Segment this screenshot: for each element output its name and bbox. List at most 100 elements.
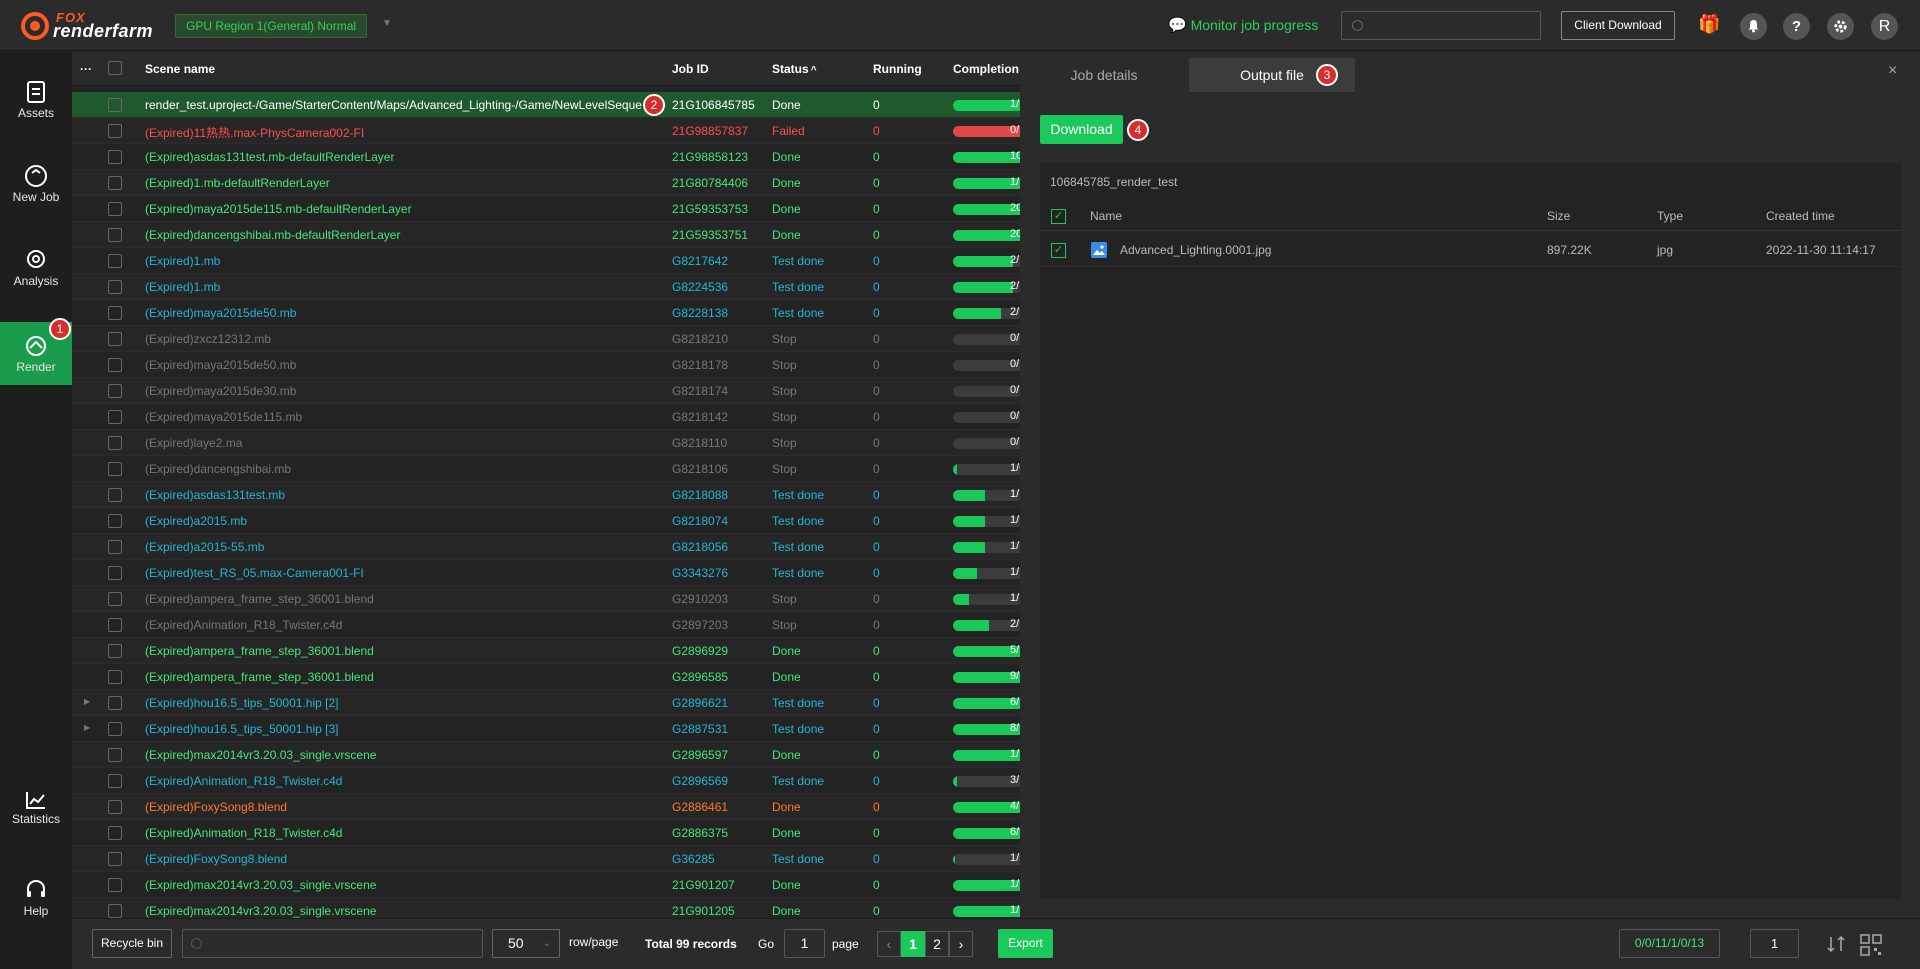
qr-code-icon[interactable] [1860, 934, 1882, 959]
table-row[interactable]: (Expired)FoxySong8.blend G36285 Test done 0… [72, 846, 1020, 872]
table-row[interactable]: (Expired)max2014vr3.20.03_single.vrscene… [72, 898, 1020, 918]
row-checkbox[interactable] [108, 878, 122, 892]
avatar[interactable]: R [1871, 13, 1898, 40]
row-checkbox[interactable] [108, 566, 122, 580]
expand-row-icon[interactable]: ▶ [84, 723, 90, 732]
row-checkbox[interactable] [108, 540, 122, 554]
row-checkbox[interactable] [108, 436, 122, 450]
table-row[interactable]: (Expired)dancengshibai.mb G8218106 Stop 0 1/… [72, 456, 1020, 482]
table-row[interactable]: (Expired)1.mb G8217642 Test done 0 2/ [72, 248, 1020, 274]
expand-row-icon[interactable]: ▶ [84, 697, 90, 706]
row-checkbox[interactable] [108, 358, 122, 372]
go-page-input[interactable]: 1 [784, 929, 825, 958]
sidebar-item-help[interactable]: Help [0, 866, 72, 932]
column-settings-icon[interactable]: ··· [80, 62, 92, 76]
table-row[interactable]: (Expired)Animation_R18_Twister.c4d G28972… [72, 612, 1020, 638]
date-range-input[interactable] [182, 929, 483, 958]
gift-icon[interactable]: 🎁 [1698, 14, 1720, 35]
table-row[interactable]: (Expired)max2014vr3.20.03_single.vrscene… [72, 872, 1020, 898]
row-checkbox[interactable] [108, 514, 122, 528]
table-row[interactable]: render_test.uproject-/Game/StarterConten… [72, 92, 1020, 118]
refresh-interval-input[interactable]: 1 [1750, 929, 1799, 958]
foxrenderfarm-logo[interactable]: FOX renderfarm [20, 9, 154, 43]
row-checkbox[interactable] [108, 696, 122, 710]
region-selector[interactable]: GPU Region 1(General) Normal [175, 14, 368, 38]
column-header-jobid[interactable]: Job ID [672, 62, 709, 76]
help-icon[interactable]: ? [1783, 13, 1810, 40]
table-row[interactable]: (Expired)11热热.max-PhysCamera002-FI 21G988… [72, 118, 1020, 144]
row-checkbox[interactable] [108, 228, 122, 242]
row-checkbox[interactable] [108, 722, 122, 736]
row-checkbox[interactable] [108, 462, 122, 476]
row-checkbox[interactable] [108, 98, 122, 112]
table-row[interactable]: (Expired)maya2015de115.mb G8218142 Stop 0 0/ [72, 404, 1020, 430]
prev-page-button[interactable]: ‹ [877, 931, 901, 957]
row-checkbox[interactable] [108, 852, 122, 866]
column-header-completion[interactable]: Completion [953, 62, 1019, 76]
table-row[interactable]: (Expired)max2014vr3.20.03_single.vrscene… [72, 742, 1020, 768]
row-checkbox[interactable] [108, 124, 122, 138]
client-download-button[interactable]: Client Download [1561, 11, 1675, 40]
row-checkbox[interactable] [108, 254, 122, 268]
row-checkbox[interactable] [108, 150, 122, 164]
table-row[interactable]: (Expired)asdas131test.mb-defaultRenderLa… [72, 144, 1020, 170]
search-input[interactable] [1341, 11, 1541, 40]
tab-job-details[interactable]: Job details [1020, 58, 1188, 92]
sidebar-item-analysis[interactable]: Analysis [0, 236, 72, 302]
row-checkbox[interactable] [108, 176, 122, 190]
row-checkbox[interactable] [108, 410, 122, 424]
table-row[interactable]: (Expired)a2015.mb G8218074 Test done 0 1/ [72, 508, 1020, 534]
download-button[interactable]: Download [1040, 115, 1123, 144]
table-row[interactable]: (Expired)dancengshibai.mb-defaultRenderL… [72, 222, 1020, 248]
page-2-button[interactable]: 2 [925, 931, 949, 957]
row-checkbox[interactable] [108, 202, 122, 216]
sidebar-item-assets[interactable]: Assets [0, 68, 72, 134]
recycle-bin-button[interactable]: Recycle bin [92, 929, 172, 958]
table-row[interactable]: (Expired)ampera_frame_step_36001.blend G2… [72, 638, 1020, 664]
column-header-scene[interactable]: Scene name [145, 62, 215, 76]
row-checkbox[interactable] [108, 618, 122, 632]
row-checkbox[interactable] [108, 332, 122, 346]
row-checkbox[interactable] [108, 488, 122, 502]
table-row[interactable]: ▶ (Expired)hou16.5_tips_50001.hip [2] G289… [72, 690, 1020, 716]
chevron-down-icon[interactable]: ▼ [382, 18, 392, 29]
table-row[interactable]: (Expired)test_RS_05.max-Camera001-FI G334… [72, 560, 1020, 586]
column-header-running[interactable]: Running [873, 62, 922, 76]
table-row[interactable]: (Expired)asdas131test.mb G8218088 Test don… [72, 482, 1020, 508]
gear-icon[interactable] [1827, 13, 1854, 40]
row-checkbox[interactable] [108, 280, 122, 294]
row-checkbox[interactable] [108, 306, 122, 320]
row-checkbox[interactable] [108, 800, 122, 814]
sort-icon[interactable] [1826, 934, 1846, 957]
close-icon[interactable]: × [1888, 62, 1897, 80]
table-row[interactable]: (Expired)maya2015de115.mb-defaultRenderL… [72, 196, 1020, 222]
row-checkbox[interactable] [108, 670, 122, 684]
sidebar-item-new-job[interactable]: New Job [0, 152, 72, 218]
table-row[interactable]: (Expired)1.mb G8224536 Test done 0 2/ [72, 274, 1020, 300]
row-checkbox[interactable] [108, 384, 122, 398]
next-page-button[interactable]: › [949, 931, 973, 957]
file-row[interactable]: ✓ Advanced_Lighting.0001.jpg 897.22K jpg… [1040, 233, 1901, 267]
select-all-checkbox[interactable] [108, 61, 122, 75]
row-checkbox[interactable] [108, 826, 122, 840]
row-checkbox[interactable] [108, 748, 122, 762]
table-row[interactable]: (Expired)ampera_frame_step_36001.blend G2… [72, 664, 1020, 690]
table-row[interactable]: (Expired)1.mb-defaultRenderLayer 21G80784… [72, 170, 1020, 196]
table-row[interactable]: (Expired)maya2015de50.mb G8228138 Test don… [72, 300, 1020, 326]
row-checkbox[interactable] [108, 904, 122, 918]
page-size-select[interactable]: 50 ⌄ [492, 929, 560, 958]
bell-icon[interactable] [1740, 13, 1767, 40]
column-header-status[interactable]: Status ^ [772, 62, 817, 76]
table-row[interactable]: (Expired)zxcz12312.mb G8218210 Stop 0 0/ [72, 326, 1020, 352]
row-checkbox[interactable] [108, 774, 122, 788]
table-row[interactable]: ▶ (Expired)hou16.5_tips_50001.hip [3] G288… [72, 716, 1020, 742]
table-row[interactable]: (Expired)a2015-55.mb G8218056 Test done 0 1/ [72, 534, 1020, 560]
file-checkbox[interactable]: ✓ [1051, 243, 1066, 258]
table-row[interactable]: (Expired)maya2015de50.mb G8218178 Stop 0 0/ [72, 352, 1020, 378]
page-1-button[interactable]: 1 [901, 931, 925, 957]
sidebar-item-statistics[interactable]: Statistics [0, 778, 72, 844]
table-row[interactable]: (Expired)Animation_R18_Twister.c4d G28863… [72, 820, 1020, 846]
table-row[interactable]: (Expired)laye2.ma G8218110 Stop 0 0/1 [72, 430, 1020, 456]
table-row[interactable]: (Expired)FoxySong8.blend G2886461 Done 0 4/ [72, 794, 1020, 820]
table-row[interactable]: (Expired)ampera_frame_step_36001.blend G2… [72, 586, 1020, 612]
